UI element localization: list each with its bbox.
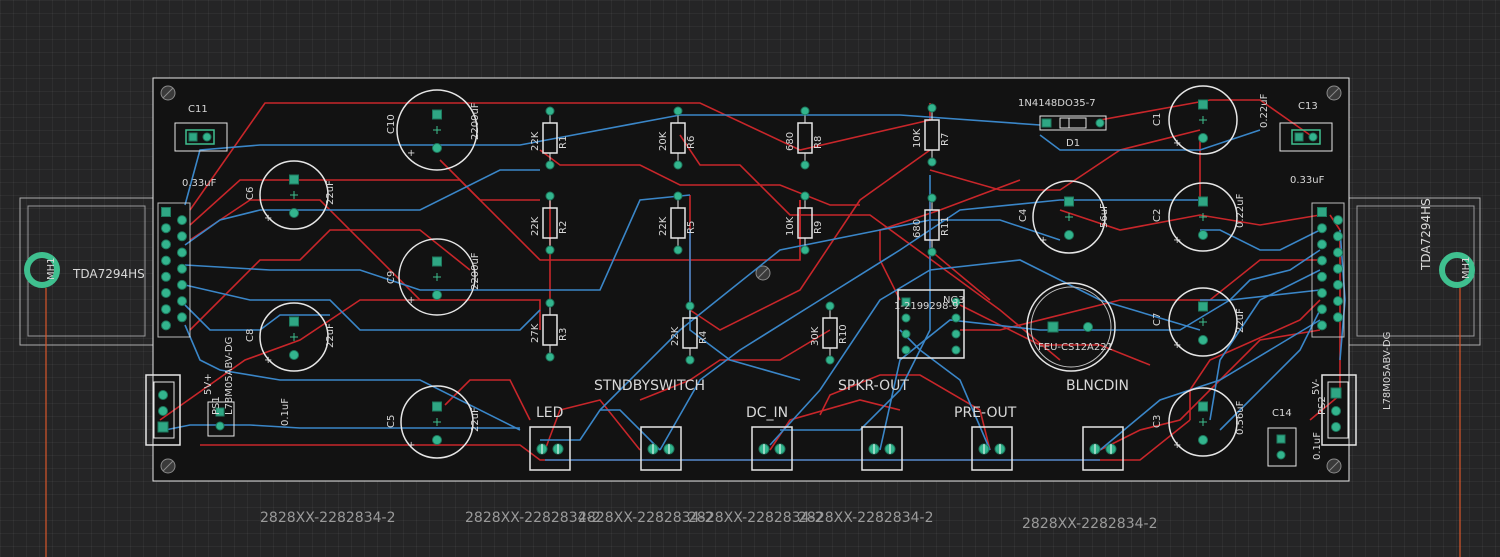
- resistor-value: 680: [912, 219, 923, 238]
- pcb-editor-canvas[interactable]: TDA7294HS MH1 TDA7294HS MH1 C11 0.33uF C…: [0, 0, 1500, 557]
- electrolytic-value: 22uF: [325, 180, 336, 205]
- d1-ref: D1: [1066, 138, 1080, 149]
- ng3-ref: NG3: [943, 295, 965, 306]
- electrolytic-value: 0.56uF: [1235, 400, 1246, 435]
- resistor-ref: R8: [813, 136, 824, 149]
- resistor-value: 10K: [785, 216, 796, 236]
- ps2-pin-label: 5V-: [1311, 378, 1322, 395]
- heatsink-left[interactable]: TDA7294HS MH1: [19, 197, 154, 557]
- d1-value: 1N4148DO35-7: [1018, 98, 1096, 109]
- polarity-mark: +: [1173, 340, 1181, 351]
- resistor-value: 30K: [810, 326, 821, 346]
- resistor-ref: R4: [698, 331, 709, 344]
- mh-right-label: MH1: [1461, 256, 1472, 279]
- electrolytic-value: 2200uF: [470, 252, 481, 290]
- electrolytic-value: 22uF: [325, 323, 336, 348]
- ps2-part-label: L78M05ABV-DG: [1382, 332, 1393, 410]
- electrolytic-ref: C2: [1152, 209, 1163, 222]
- connector-label: LED: [536, 405, 563, 421]
- resistor-ref: R5: [686, 221, 697, 234]
- polarity-mark: +: [264, 355, 272, 366]
- resistor-ref: R6: [686, 136, 697, 149]
- resistor-ref: R2: [558, 221, 569, 234]
- electrolytic-value: 2200uF: [470, 102, 481, 140]
- resistor-ref: R11: [940, 216, 951, 236]
- electrolytic-ref: C6: [245, 187, 256, 200]
- c13-ref: C13: [1298, 101, 1318, 112]
- electrolytic-value: 22uF: [1235, 308, 1246, 333]
- electrolytic-ref: C9: [386, 271, 397, 284]
- polarity-mark: +: [1173, 440, 1181, 451]
- part-label-row: 2828XX-2282834-2 2828XX-2282834-2 2828XX-2…: [260, 510, 1157, 532]
- polarity-mark: +: [407, 295, 415, 306]
- resistor-value: 22K: [530, 131, 541, 151]
- heatsink-left-label: TDA7294HS: [72, 267, 145, 281]
- heatsink-right[interactable]: TDA7294HS MH1: [1348, 197, 1481, 557]
- electrolytic-ref: C8: [245, 329, 256, 342]
- resistor-value: 22K: [670, 326, 681, 346]
- c13-value: 0.33uF: [1290, 175, 1325, 186]
- electrolytic-value: 56uF: [1099, 203, 1110, 228]
- resistor-ref: R1: [558, 136, 569, 149]
- ps2-ref: PS2: [1317, 396, 1328, 415]
- c11-ref: C11: [188, 104, 208, 115]
- connector-label: DC_IN: [746, 405, 788, 421]
- resistor-ref: R3: [558, 328, 569, 341]
- connector-label: BLNCDIN: [1066, 378, 1129, 394]
- electrolytic-ref: C1: [1152, 113, 1163, 126]
- polarity-mark: +: [264, 213, 272, 224]
- electrolytic-value: 22uF: [470, 407, 481, 432]
- polarity-mark: +: [1173, 235, 1181, 246]
- ps1-ref: PS1: [211, 396, 222, 415]
- resistor-ref: R10: [838, 324, 849, 344]
- connector-part-label: 2828XX-2282834-2: [1022, 516, 1157, 532]
- buzzer-label: FEU-CS12A221: [1038, 342, 1113, 353]
- electrolytic-ref: C7: [1152, 313, 1163, 326]
- polarity-mark: +: [1039, 235, 1047, 246]
- ps1-part-label: L78M05ABV-DG: [224, 337, 235, 415]
- resistor-value: 27K: [530, 323, 541, 343]
- c11-value: 0.33uF: [182, 178, 217, 189]
- polarity-mark: +: [1173, 138, 1181, 149]
- resistor-ref: R9: [813, 221, 824, 234]
- ps1-pin-label: 5V+: [203, 373, 214, 395]
- ps1-bypass-value: 0.1uF: [280, 398, 291, 426]
- electrolytic-ref: C5: [386, 415, 397, 428]
- resistor-value: 680: [785, 132, 796, 151]
- connector-label: PRE-OUT: [954, 405, 1017, 421]
- resistor-ref: R7: [940, 133, 951, 146]
- electrolytic-value: 0.22uF: [1235, 193, 1246, 228]
- connector-label: SPKR-OUT: [838, 378, 909, 394]
- polarity-mark: +: [407, 440, 415, 451]
- connector-part-label: 2828XX-2282834-2: [798, 510, 933, 526]
- polarity-mark: +: [407, 148, 415, 159]
- electrolytic-value: 0.22uF: [1259, 93, 1270, 128]
- connector-part-label: 2828XX-2282834-2: [260, 510, 395, 526]
- resistor-value: 20K: [658, 131, 669, 151]
- c14-ref: C14: [1272, 408, 1292, 419]
- electrolytic-ref: C10: [386, 114, 397, 134]
- mh-left-label: MH1: [46, 257, 57, 280]
- resistor-value: 10K: [912, 128, 923, 148]
- heatsink-right-label: TDA7294HS: [1419, 198, 1433, 271]
- connector-label: STNDBYSWITCH: [594, 378, 705, 394]
- resistor-value: 22K: [530, 216, 541, 236]
- electrolytic-ref: C3: [1152, 415, 1163, 428]
- pcb-layout[interactable]: TDA7294HS MH1 TDA7294HS MH1 C11 0.33uF C…: [0, 0, 1500, 557]
- resistor-value: 22K: [658, 216, 669, 236]
- electrolytic-ref: C4: [1018, 209, 1029, 222]
